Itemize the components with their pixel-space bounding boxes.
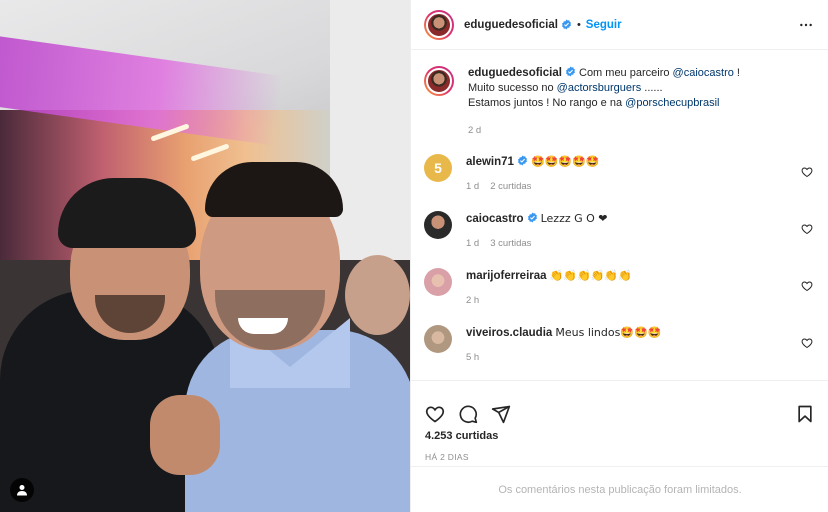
photo-fist	[150, 395, 220, 475]
comment-username[interactable]: marijoferreiraa	[466, 270, 547, 282]
post-date[interactable]: HÁ 2 DIAS	[425, 452, 469, 462]
comment-text: viveiros.claudia Meus lindos🤩🤩🤩	[466, 325, 766, 341]
photo-person-right-hair	[205, 162, 343, 217]
caption-avatar[interactable]	[424, 66, 454, 96]
likes-count[interactable]: 4.253 curtidas	[425, 430, 498, 442]
post-side-panel: eduguedesoficial • Seguir eduguedesofici…	[410, 0, 828, 512]
save-button[interactable]	[795, 404, 815, 424]
comment-likes[interactable]: 2 curtidas	[490, 181, 531, 192]
like-button[interactable]	[425, 404, 445, 424]
heart-icon[interactable]	[801, 280, 813, 292]
header-separator: •	[576, 18, 581, 31]
author-username[interactable]: eduguedesoficial	[464, 19, 558, 31]
follow-button[interactable]: Seguir	[586, 19, 622, 31]
user-tag-icon	[17, 485, 27, 496]
comment-body: 👏👏👏👏👏👏	[549, 269, 632, 282]
comments-list[interactable]: eduguedesoficial Com meu parceiro @caioc…	[411, 50, 828, 380]
post-header: eduguedesoficial • Seguir	[411, 0, 828, 50]
comment-avatar[interactable]	[424, 211, 452, 239]
comment-time[interactable]: 5 h	[466, 352, 479, 363]
comment-item: 5 alewin71 🤩🤩🤩🤩🤩 1 d 2 curtidas	[424, 154, 815, 192]
comment-button[interactable]	[458, 404, 478, 424]
comment-body: Lezzz G O ❤	[540, 212, 608, 225]
comment-likes[interactable]: 3 curtidas	[490, 238, 531, 249]
share-icon	[491, 405, 511, 423]
comment-item: viveiros.claudia Meus lindos🤩🤩🤩 5 h	[424, 325, 815, 363]
comment-meta: 1 d 3 curtidas	[466, 238, 766, 249]
comment-time[interactable]: 2 h	[466, 295, 479, 306]
author-avatar[interactable]	[424, 9, 454, 40]
comment-username[interactable]: alewin71	[466, 156, 514, 168]
comment-time[interactable]: 1 d	[466, 181, 479, 192]
mention-link[interactable]: @caiocastro	[673, 67, 734, 79]
comment-text: caiocastro Lezzz G O ❤	[466, 211, 766, 227]
caption-part: Estamos juntos ! No rango e na	[468, 97, 626, 109]
heart-icon[interactable]	[801, 223, 813, 235]
comment-text: marijoferreiraa 👏👏👏👏👏👏	[466, 268, 766, 284]
caption-text: eduguedesoficial Com meu parceiro @caioc…	[468, 66, 768, 111]
more-icon[interactable]	[798, 17, 814, 33]
comment-body: 🤩🤩🤩🤩🤩	[531, 155, 600, 168]
comment-meta: 2 h	[466, 295, 766, 306]
comment-avatar[interactable]: 5	[424, 154, 452, 182]
mention-link[interactable]: @actorsburguers	[557, 82, 642, 94]
comment-text: alewin71 🤩🤩🤩🤩🤩	[466, 154, 766, 170]
user-tag-button[interactable]	[10, 478, 34, 502]
comment-item: marijoferreiraa 👏👏👏👏👏👏 2 h	[424, 268, 815, 306]
comment-time[interactable]: 1 d	[466, 238, 479, 249]
caption-part: ......	[641, 82, 663, 94]
post-photo[interactable]	[0, 0, 410, 512]
action-bar	[411, 380, 828, 432]
verified-icon	[565, 66, 575, 77]
photo-bystander	[345, 255, 410, 335]
caption-username[interactable]: eduguedesoficial	[468, 67, 562, 79]
comment-username[interactable]: viveiros.claudia	[466, 327, 552, 339]
save-icon	[798, 405, 812, 422]
comment-avatar[interactable]	[424, 268, 452, 296]
post-caption: eduguedesoficial Com meu parceiro @caioc…	[424, 66, 815, 136]
comment-username[interactable]: caiocastro	[466, 213, 524, 225]
comments-limited-notice: Os comentários nesta publicação foram li…	[411, 466, 828, 512]
share-button[interactable]	[491, 404, 511, 424]
heart-icon[interactable]	[801, 166, 813, 178]
comment-avatar[interactable]	[424, 325, 452, 353]
caption-part: Com meu parceiro	[579, 67, 673, 79]
comment-body: Meus lindos🤩🤩🤩	[555, 326, 662, 339]
heart-icon	[425, 405, 445, 422]
comment-icon	[459, 405, 478, 423]
comment-meta: 1 d 2 curtidas	[466, 181, 766, 192]
caption-time[interactable]: 2 d	[468, 125, 481, 136]
comment-item: caiocastro Lezzz G O ❤ 1 d 3 curtidas	[424, 211, 815, 249]
mention-link[interactable]: @porschecupbrasil	[625, 97, 719, 109]
verified-icon	[561, 19, 571, 30]
heart-icon[interactable]	[801, 337, 813, 349]
verified-icon	[517, 155, 527, 166]
verified-icon	[527, 212, 537, 223]
caption-meta: 2 d	[468, 125, 768, 136]
instagram-post: eduguedesoficial • Seguir eduguedesofici…	[0, 0, 828, 512]
comment-meta: 5 h	[466, 352, 766, 363]
